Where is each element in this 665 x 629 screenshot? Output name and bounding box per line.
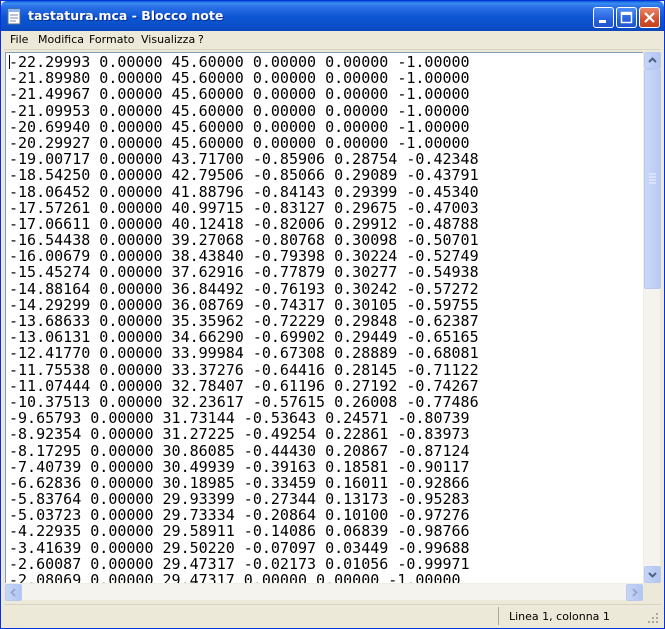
- maximize-icon: [620, 11, 633, 24]
- text-editor[interactable]: -22.29993 0.00000 45.60000 0.00000 0.000…: [5, 52, 643, 583]
- text-line: -3.41639 0.00000 29.50220 -0.07097 0.034…: [9, 538, 470, 557]
- menu-modifica[interactable]: Modifica: [38, 33, 84, 46]
- text-line: -14.88164 0.00000 36.84492 -0.76193 0.30…: [9, 279, 479, 298]
- text-line: -21.09953 0.00000 45.60000 0.00000 0.000…: [9, 101, 470, 120]
- text-line: -14.29299 0.00000 36.08769 -0.74317 0.30…: [9, 295, 479, 314]
- text-line: -20.29927 0.00000 45.60000 0.00000 0.000…: [9, 133, 470, 152]
- title-bar[interactable]: tastatura.mca - Blocco note: [1, 1, 664, 31]
- vertical-scrollbar[interactable]: [643, 52, 661, 583]
- horizontal-scrollbar[interactable]: [5, 583, 643, 601]
- minimize-icon: [599, 20, 606, 23]
- text-line: -22.29993 0.00000 45.60000 0.00000 0.000…: [9, 53, 470, 71]
- text-line: -11.75538 0.00000 33.37276 -0.64416 0.28…: [9, 360, 479, 379]
- text-line: -4.22935 0.00000 29.58911 -0.14086 0.068…: [9, 522, 470, 541]
- menu-file[interactable]: File: [10, 33, 28, 46]
- scroll-right-button[interactable]: [626, 584, 643, 601]
- menu-visualizza[interactable]: Visualizza: [141, 33, 195, 46]
- text-line: -17.06611 0.00000 40.12418 -0.82006 0.29…: [9, 214, 479, 233]
- status-bar: Linea 1, colonna 1: [4, 604, 661, 626]
- resize-grip-icon[interactable]: [647, 612, 659, 624]
- maximize-button[interactable]: [616, 7, 637, 28]
- text-line: -11.07444 0.00000 32.78407 -0.61196 0.27…: [9, 376, 479, 395]
- text-line: -13.68633 0.00000 35.35962 -0.72229 0.29…: [9, 312, 479, 330]
- close-icon: [644, 12, 655, 23]
- arrow-down-icon: [648, 572, 657, 578]
- window-title: tastatura.mca - Blocco note: [28, 8, 224, 23]
- close-button[interactable]: [639, 7, 660, 28]
- vertical-scroll-thumb[interactable]: [644, 69, 661, 289]
- text-line: -16.54438 0.00000 39.27068 -0.80768 0.30…: [9, 231, 479, 250]
- thumb-grip-icon: [649, 173, 656, 184]
- arrow-left-icon: [10, 588, 16, 597]
- text-line: -5.83764 0.00000 29.93399 -0.27344 0.131…: [9, 490, 470, 509]
- text-line: -6.62836 0.00000 30.18985 -0.33459 0.160…: [9, 473, 470, 492]
- text-line: -12.41770 0.00000 33.99984 -0.67308 0.28…: [9, 344, 479, 363]
- text-line: -7.40739 0.00000 30.49939 -0.39163 0.185…: [9, 457, 470, 476]
- text-line: -9.65793 0.00000 31.73144 -0.53643 0.245…: [9, 409, 470, 428]
- text-line: -19.00717 0.00000 43.71700 -0.85906 0.28…: [9, 150, 479, 169]
- text-line: -18.54250 0.00000 42.79506 -0.85066 0.29…: [9, 166, 479, 185]
- text-line: -2.08069 0.00000 29.47317 0.00000 0.0000…: [9, 571, 461, 583]
- text-line: -8.17295 0.00000 30.86085 -0.44430 0.208…: [9, 441, 470, 460]
- notepad-app-icon[interactable]: [7, 7, 23, 25]
- text-line: -16.00679 0.00000 38.43840 -0.79398 0.30…: [9, 247, 479, 266]
- text-line: -5.03723 0.00000 29.73334 -0.20864 0.101…: [9, 506, 470, 525]
- text-line: -13.06131 0.00000 34.66290 -0.69902 0.29…: [9, 328, 479, 347]
- text-line: -21.89980 0.00000 45.60000 0.00000 0.000…: [9, 69, 470, 88]
- text-line: -20.69940 0.00000 45.60000 0.00000 0.000…: [9, 117, 470, 136]
- scroll-left-button[interactable]: [5, 584, 22, 601]
- scroll-down-button[interactable]: [644, 566, 661, 583]
- text-line: -21.49967 0.00000 45.60000 0.00000 0.000…: [9, 85, 470, 104]
- text-line: -8.92354 0.00000 31.27225 -0.49254 0.228…: [9, 425, 470, 444]
- text-line: -18.06452 0.00000 41.88796 -0.84143 0.29…: [9, 182, 479, 201]
- notepad-window: tastatura.mca - Blocco note File Modific…: [0, 0, 665, 629]
- status-separator: [498, 607, 499, 625]
- text-line: -2.60087 0.00000 29.47317 -0.02173 0.010…: [9, 554, 470, 573]
- text-line: -10.37513 0.00000 32.23617 -0.57615 0.26…: [9, 392, 479, 411]
- menu-help[interactable]: ?: [198, 33, 204, 46]
- text-caret: [9, 55, 10, 69]
- arrow-right-icon: [632, 588, 638, 597]
- minimize-button[interactable]: [593, 7, 614, 28]
- arrow-up-icon: [648, 57, 657, 63]
- menu-formato[interactable]: Formato: [89, 33, 135, 46]
- menu-bar: File Modifica Formato Visualizza ?: [4, 31, 661, 50]
- scroll-up-button[interactable]: [644, 52, 661, 69]
- scrollbar-corner: [643, 583, 660, 600]
- text-line: -15.45274 0.00000 37.62916 -0.77879 0.30…: [9, 263, 479, 282]
- cursor-position: Linea 1, colonna 1: [509, 610, 610, 623]
- text-line: -17.57261 0.00000 40.99715 -0.83127 0.29…: [9, 198, 479, 217]
- text-content: -22.29993 0.00000 45.60000 0.00000 0.000…: [9, 54, 479, 583]
